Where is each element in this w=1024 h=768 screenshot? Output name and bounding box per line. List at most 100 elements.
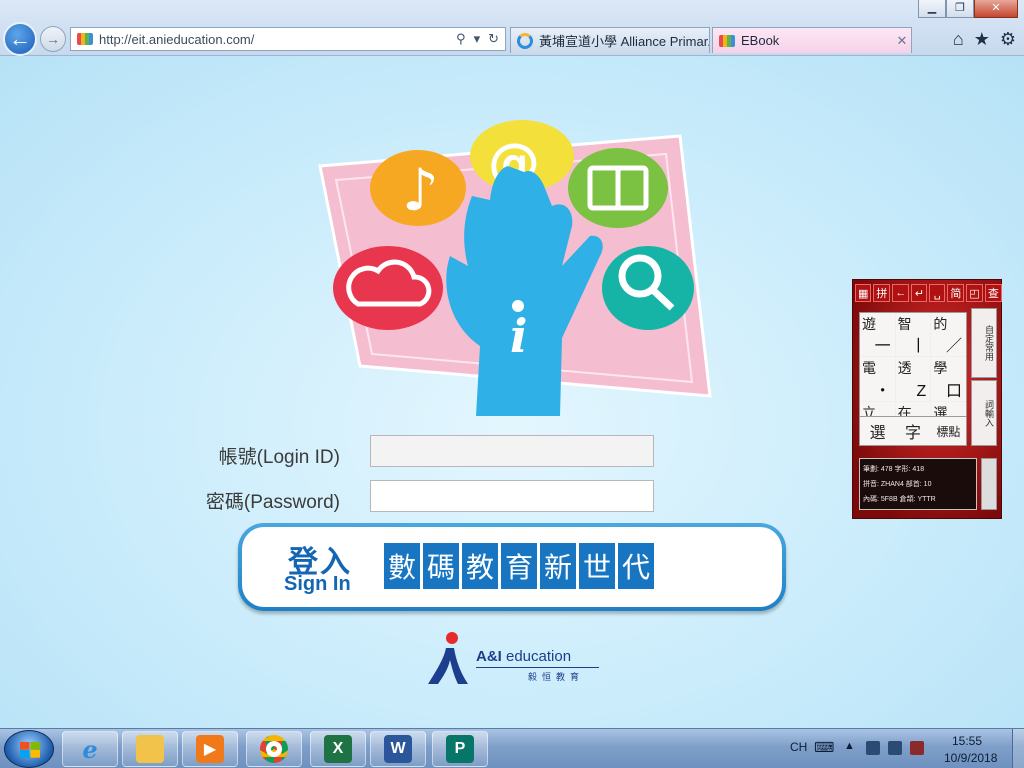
media-player-icon: ▶	[196, 735, 224, 763]
refresh-icon[interactable]: ↻	[488, 31, 499, 47]
keyboard-icon[interactable]: ⌨	[814, 739, 834, 756]
ime-stroke: 丨	[910, 338, 927, 356]
taskbar-ie-button[interactable]: e	[62, 731, 118, 767]
back-button[interactable]: ←	[3, 22, 37, 56]
minimize-icon[interactable]: ▁	[918, 0, 946, 18]
brand-subtitle: 毅恒教育	[528, 672, 585, 682]
word-icon: W	[384, 735, 412, 763]
forward-button[interactable]: →	[40, 26, 66, 52]
ime-info-line: 拼音: ZHAN4 部首: 10	[863, 481, 932, 488]
slogan-tile: 教	[462, 543, 498, 589]
clock-date[interactable]: 10/9/2018	[944, 751, 997, 765]
restore-icon[interactable]: ❐	[946, 0, 974, 18]
ime-select-button[interactable]: 選	[860, 419, 895, 443]
volume-muted-icon[interactable]	[910, 741, 924, 755]
password-input[interactable]	[370, 480, 654, 512]
home-icon[interactable]: ⌂	[953, 29, 964, 50]
show-hidden-icons-icon[interactable]: ▲	[844, 740, 855, 752]
ime-candidate[interactable]: 的／	[931, 313, 966, 357]
ime-handwriting-pad[interactable]: ▦ 拼 ← ↵ ␣ 简 ◰ 查 遊一 智丨 的／ 電・ 透Z 學口 立＋ 在× …	[852, 279, 1002, 519]
ime-info-panel: 筆劃: 478 字形: 418 拼音: ZHAN4 部首: 10 內碼: 5F8…	[859, 458, 977, 510]
brand-name-suffix: education	[506, 648, 572, 665]
music-note-icon: ♪	[402, 156, 439, 224]
slogan-tile: 碼	[423, 543, 459, 589]
gear-icon[interactable]: ⚙	[1000, 29, 1016, 50]
password-label: 密碼(Password)	[205, 492, 340, 513]
ime-pinyin-button[interactable]: 拼	[873, 284, 891, 302]
tab-close-icon[interactable]: ✕	[893, 33, 911, 49]
system-tray: CH ⌨ ▲ 15:55 10/9/2018	[784, 729, 1024, 768]
ime-scrollbar[interactable]	[981, 458, 997, 510]
taskbar-word-button[interactable]: W	[370, 731, 426, 767]
ai-logo-icon	[428, 632, 468, 684]
ime-simplified-button[interactable]: 简	[947, 284, 965, 302]
brand-name-prefix: A&I	[476, 648, 506, 665]
tab-label: 黃埔宣道小學 Alliance Primar...	[539, 34, 709, 49]
ime-char: 智	[897, 316, 912, 332]
tab-label: EBook	[741, 33, 780, 48]
windows-logo-icon	[20, 742, 40, 758]
taskbar-chrome-button[interactable]	[246, 731, 302, 767]
ime-phrase-input-button[interactable]: 詞輸入	[971, 380, 997, 446]
slogan-tile: 世	[579, 543, 615, 589]
ime-candidate[interactable]: 電・	[860, 357, 895, 401]
language-indicator[interactable]: CH	[790, 740, 807, 754]
ie-icon	[517, 32, 533, 49]
ime-stroke: ・	[874, 382, 891, 400]
ime-stroke: Z	[916, 382, 927, 400]
ime-candidate[interactable]: 透Z	[895, 357, 931, 401]
ime-backspace-icon[interactable]: ←	[892, 284, 910, 302]
taskbar-media-player-button[interactable]: ▶	[182, 731, 238, 767]
arrow-right-icon: →	[46, 31, 60, 47]
ime-select-row: 選 字 標點	[859, 416, 967, 446]
ime-custom-common-button[interactable]: 自定常用	[971, 308, 997, 378]
address-text[interactable]: http://eit.anieducation.com/	[99, 32, 456, 47]
ime-space-icon[interactable]: ␣	[929, 284, 946, 302]
slogan-tile: 數	[384, 543, 420, 589]
ime-char-button[interactable]: 字	[895, 419, 930, 443]
ime-info-line: 內碼: 5F8B 倉頡: YTTR	[863, 496, 936, 503]
login-id-input[interactable]	[370, 435, 654, 467]
sign-in-button-face: 登入 Sign In 數 碼 教 育 新 世 代	[242, 527, 782, 607]
ime-enter-icon[interactable]: ↵	[911, 284, 928, 302]
address-tools: ⚲ ▾ ↻	[456, 31, 505, 47]
tab-ebook[interactable]: EBook ✕	[712, 27, 912, 53]
ime-char: 透	[897, 360, 912, 377]
tab-alliance-primary[interactable]: 黃埔宣道小學 Alliance Primar...	[510, 27, 710, 53]
taskbar: e ▶ X W P CH ⌨ ▲ 15:55 10/9/2018	[0, 728, 1024, 768]
ime-candidate[interactable]: 遊一	[860, 313, 895, 357]
search-icon[interactable]: ⚲	[456, 31, 466, 47]
ime-window-icon[interactable]: ◰	[966, 284, 983, 302]
ime-lookup-button[interactable]: 查	[984, 284, 1002, 302]
brand-underline	[476, 667, 599, 668]
arrow-left-icon: ←	[9, 26, 31, 51]
ime-toolbar: ▦ 拼 ← ↵ ␣ 简 ◰ 查	[853, 280, 1003, 306]
network-icon[interactable]	[888, 741, 902, 755]
show-desktop-button[interactable]	[1012, 729, 1024, 768]
brand-logo: A&I education 毅恒教育	[424, 628, 604, 688]
site-favicon-icon	[77, 33, 93, 45]
close-icon[interactable]: ✕	[974, 0, 1018, 18]
hero-illustration: ♪ @ i	[318, 120, 712, 416]
brand-name: A&I education	[476, 648, 571, 665]
sign-in-button[interactable]: 登入 Sign In 數 碼 教 育 新 世 代	[238, 523, 786, 611]
taskbar-publisher-button[interactable]: P	[432, 731, 488, 767]
flag-warning-icon[interactable]	[866, 741, 880, 755]
slogan-tile: 育	[501, 543, 537, 589]
ime-char: 電	[862, 360, 876, 377]
ime-punctuation-button[interactable]: 標點	[931, 423, 966, 440]
chrome-icon	[260, 735, 288, 763]
taskbar-explorer-button[interactable]	[122, 731, 178, 767]
address-bar[interactable]: http://eit.anieducation.com/ ⚲ ▾ ↻	[70, 27, 506, 51]
ime-candidate[interactable]: 學口	[931, 357, 966, 401]
ime-stroke: 一	[874, 338, 891, 356]
dropdown-icon[interactable]: ▾	[474, 31, 481, 47]
ime-candidate[interactable]: 智丨	[895, 313, 931, 357]
ime-stroke: 口	[945, 382, 962, 400]
clock-time[interactable]: 15:55	[952, 734, 982, 748]
taskbar-excel-button[interactable]: X	[310, 731, 366, 767]
sign-in-english-label: Sign In	[284, 573, 351, 595]
command-icons: ⌂ ★ ⚙	[953, 29, 1016, 50]
favorites-star-icon[interactable]: ★	[974, 29, 990, 50]
start-button[interactable]	[4, 730, 54, 768]
